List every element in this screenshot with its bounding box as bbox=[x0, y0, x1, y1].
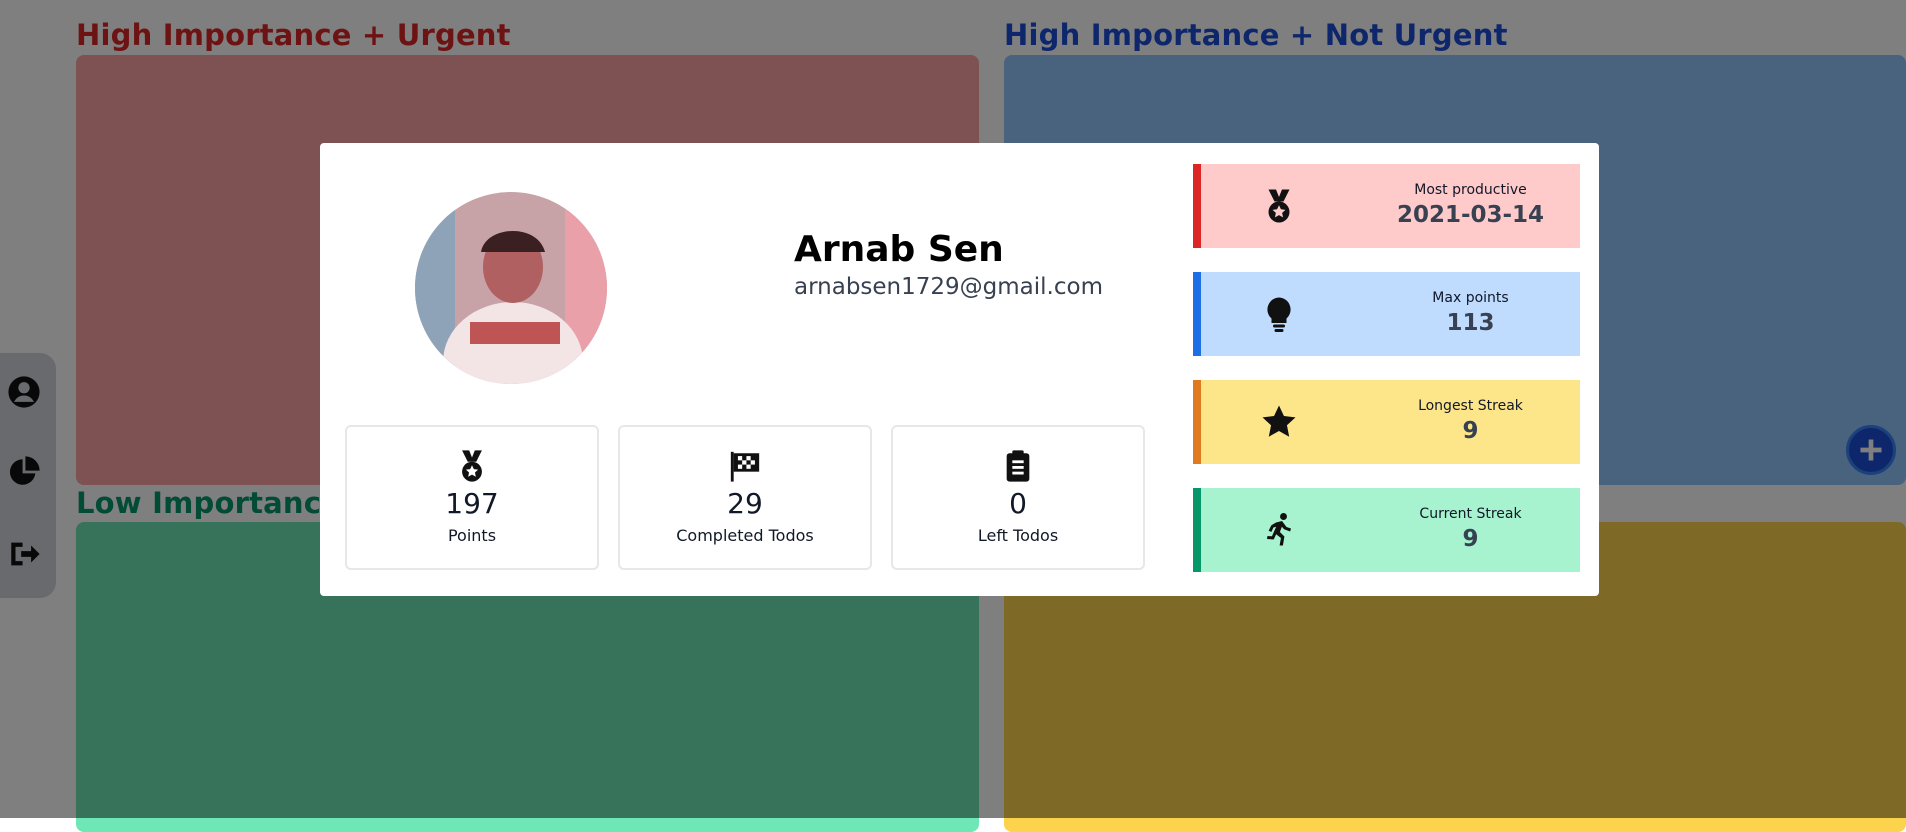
left-todos-label: Left Todos bbox=[977, 526, 1059, 545]
user-name: Arnab Sen bbox=[794, 229, 1004, 270]
most-productive-label: Most productive bbox=[1414, 182, 1527, 198]
points-value: 197 bbox=[445, 487, 499, 520]
profile-modal: Arnab Sen arnabsen1729@gmail.com 197 Poi… bbox=[320, 143, 1599, 596]
completed-todos-card: 29 Completed Todos bbox=[618, 425, 872, 570]
completed-todos-value: 29 bbox=[727, 487, 763, 520]
lightbulb-icon bbox=[1267, 297, 1291, 332]
medal-icon bbox=[1268, 189, 1290, 223]
left-todos-value: 0 bbox=[1009, 487, 1027, 520]
completed-todos-label: Completed Todos bbox=[676, 526, 814, 545]
most-productive-value: 2021-03-14 bbox=[1396, 202, 1545, 228]
longest-streak-label: Longest Streak bbox=[1418, 398, 1523, 414]
max-points-label: Max points bbox=[1432, 290, 1509, 306]
medal-icon bbox=[462, 450, 482, 482]
avatar-photo bbox=[415, 192, 607, 384]
most-productive-stat: Most productive 2021-03-14 bbox=[1193, 164, 1580, 248]
current-streak-stat: Current Streak 9 bbox=[1193, 488, 1580, 572]
max-points-value: 113 bbox=[1446, 310, 1495, 336]
clipboard-list-icon bbox=[1006, 450, 1030, 482]
current-streak-value: 9 bbox=[1462, 526, 1479, 552]
checkered-flag-icon bbox=[730, 451, 760, 482]
points-card: 197 Points bbox=[345, 425, 599, 570]
left-todos-card: 0 Left Todos bbox=[891, 425, 1145, 570]
max-points-stat: Max points 113 bbox=[1193, 272, 1580, 356]
user-email: arnabsen1729@gmail.com bbox=[794, 274, 1103, 300]
star-icon bbox=[1262, 405, 1296, 437]
longest-streak-stat: Longest Streak 9 bbox=[1193, 380, 1580, 464]
current-streak-label: Current Streak bbox=[1419, 506, 1522, 522]
longest-streak-value: 9 bbox=[1462, 418, 1479, 444]
points-label: Points bbox=[447, 526, 497, 545]
running-icon bbox=[1267, 513, 1291, 546]
avatar bbox=[415, 192, 607, 384]
